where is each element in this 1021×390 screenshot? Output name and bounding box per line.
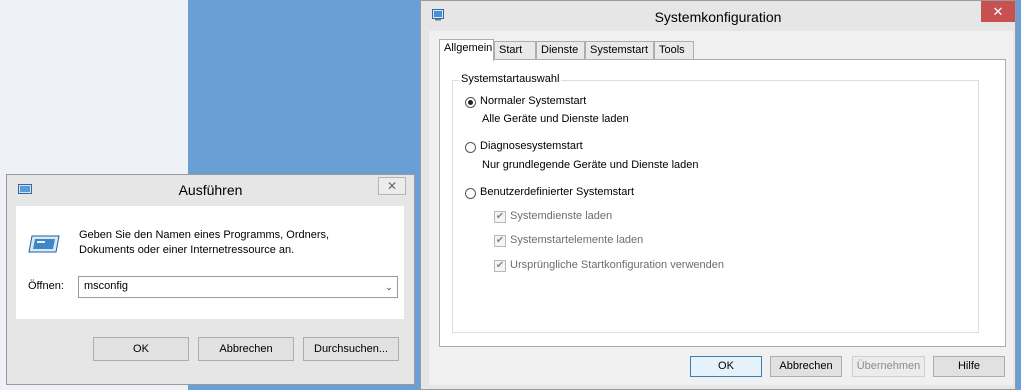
run-description-line1: Geben Sie den Namen eines Programms, Ord…: [79, 229, 330, 241]
radio-button[interactable]: [465, 142, 476, 153]
msconfig-cancel-button[interactable]: Abbrechen: [770, 356, 842, 377]
radio-button[interactable]: [465, 188, 476, 199]
open-input[interactable]: msconfig: [84, 280, 128, 292]
radio-button-selected[interactable]: [465, 97, 476, 108]
msconfig-window: Systemkonfiguration ✕ Allgemein Start Di…: [420, 0, 1016, 390]
msconfig-close-button[interactable]: ✕: [981, 1, 1015, 22]
run-close-button[interactable]: ✕: [378, 177, 406, 195]
msconfig-panel: Allgemein Start Dienste Systemstart Tool…: [429, 31, 1013, 385]
radio-normal-label[interactable]: Normaler Systemstart: [480, 95, 586, 107]
open-combobox[interactable]: msconfig ⌄: [78, 276, 398, 298]
group-label: Systemstartauswahl: [459, 73, 562, 85]
radio-diagnostic-description: Nur grundlegende Geräte und Dienste lade…: [482, 159, 699, 171]
desktop-background-right: [1016, 0, 1021, 390]
msconfig-help-button[interactable]: Hilfe: [933, 356, 1005, 377]
startup-selection-group: Systemstartauswahl Normaler Systemstart …: [452, 73, 979, 333]
chevron-down-icon[interactable]: ⌄: [384, 282, 394, 292]
checkbox-checked: ✔: [494, 211, 506, 223]
msconfig-ok-button[interactable]: OK: [690, 356, 762, 377]
msconfig-title: Systemkonfiguration: [654, 9, 782, 25]
run-program-icon: [28, 235, 60, 253]
run-titlebar[interactable]: Ausführen ✕: [7, 175, 414, 205]
tab-systemstart[interactable]: Systemstart: [585, 41, 654, 60]
checkbox-system-services-label: Systemdienste laden: [510, 210, 613, 222]
checkbox-original-boot-config-label: Ursprüngliche Startkonfiguration verwend…: [510, 259, 725, 271]
tab-page-allgemein: Systemstartauswahl Normaler Systemstart …: [439, 59, 1006, 347]
run-description-line2: Dokuments oder einer Internetressource a…: [79, 244, 295, 256]
checkbox-startup-items-label: Systemstartelemente laden: [510, 234, 644, 246]
run-browse-button[interactable]: Durchsuchen...: [303, 337, 399, 361]
tab-tools[interactable]: Tools: [654, 41, 694, 60]
checkbox-checked: ✔: [494, 260, 506, 272]
msconfig-apply-button: Übernehmen: [852, 356, 925, 377]
tab-dienste[interactable]: Dienste: [536, 41, 585, 60]
run-ok-button[interactable]: OK: [93, 337, 189, 361]
run-dialog-title: Ausführen: [178, 182, 243, 198]
open-label: Öffnen:: [28, 280, 64, 292]
tab-allgemein[interactable]: Allgemein: [439, 39, 494, 61]
radio-normal-description: Alle Geräte und Dienste laden: [482, 113, 629, 125]
tab-start[interactable]: Start: [494, 41, 536, 60]
run-dialog: Ausführen ✕ Geben Sie den Namen eines Pr…: [6, 174, 415, 385]
checkbox-checked: ✔: [494, 235, 506, 247]
run-cancel-button[interactable]: Abbrechen: [198, 337, 294, 361]
run-description: Geben Sie den Namen eines Programms, Ord…: [79, 228, 379, 258]
run-content: Geben Sie den Namen eines Programms, Ord…: [16, 206, 404, 319]
radio-diagnostic-label[interactable]: Diagnosesystemstart: [480, 140, 583, 152]
radio-selective-label[interactable]: Benutzerdefinierter Systemstart: [480, 186, 634, 198]
